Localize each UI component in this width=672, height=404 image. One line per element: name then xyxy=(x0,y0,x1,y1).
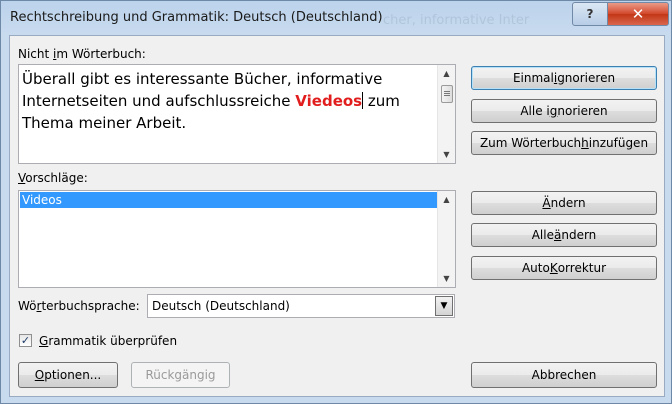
dictionary-language-label: Wörterbuchsprache: xyxy=(18,299,140,313)
title-bar[interactable]: Rechtschreibung und Grammatik: Deutsch (… xyxy=(1,1,671,35)
button-accelerator: ä xyxy=(553,228,562,242)
misspelled-word[interactable]: Viedeos xyxy=(295,92,362,110)
button-label: Zum Wörterbuch xyxy=(479,136,582,150)
dialog-body: Nicht im Wörterbuch: Überall gibt es int… xyxy=(9,35,665,397)
button-label: gnorieren xyxy=(557,71,616,85)
scroll-down-icon[interactable]: ▼ xyxy=(438,146,455,163)
sentence-text: Überall gibt es interessante Bücher, inf… xyxy=(22,68,436,134)
label-part: Nicht xyxy=(18,47,54,61)
ignore-once-button[interactable]: Einmal i gnorieren xyxy=(471,66,657,90)
scroll-thumb[interactable] xyxy=(441,85,453,103)
button-label: ptionen... xyxy=(44,368,102,382)
button-label: Einmal xyxy=(512,71,554,85)
button-label: Auto xyxy=(521,261,550,275)
sentence-scrollbar[interactable]: ▲ ▼ xyxy=(437,65,455,163)
grammar-check-checkbox[interactable]: ✓ xyxy=(19,334,32,347)
close-button[interactable]: ✕ xyxy=(607,2,669,26)
scroll-up-icon[interactable]: ▲ xyxy=(438,65,455,82)
label-accelerator: G xyxy=(39,334,49,348)
button-accelerator: K xyxy=(549,261,558,275)
button-accelerator: Ä xyxy=(542,196,551,210)
dictionary-language-select[interactable]: Deutsch (Deutschland) ▼ xyxy=(147,294,455,318)
label-part: rammatik überprüfen xyxy=(48,334,178,348)
ignore-all-button[interactable]: Alle i g norieren xyxy=(471,99,657,123)
suggestions-list[interactable]: Videos ▲ ▼ xyxy=(18,190,456,288)
chevron-down-icon[interactable]: ▼ xyxy=(435,296,453,316)
options-button[interactable]: Optionen... xyxy=(18,362,118,388)
cancel-button[interactable]: Abbrechen xyxy=(471,362,657,388)
add-to-dictionary-button[interactable]: Zum Wörterbuch h inzufügen xyxy=(471,131,657,155)
button-accelerator: h xyxy=(581,136,589,150)
selected-language: Deutsch (Deutschland) xyxy=(152,299,290,313)
suggestions-label: Vorschläge: xyxy=(18,171,88,185)
help-button[interactable]: ? xyxy=(572,2,608,26)
window-title: Rechtschreibung und Grammatik: Deutsch (… xyxy=(10,10,383,25)
not-in-dictionary-label: Nicht im Wörterbuch: xyxy=(18,47,146,61)
label-part: m Wörterbuch: xyxy=(56,47,146,61)
button-label: inzufügen xyxy=(588,136,649,150)
button-label: Rückgängig xyxy=(145,368,216,382)
scroll-down-icon[interactable]: ▼ xyxy=(438,270,455,287)
sentence-textbox[interactable]: Überall gibt es interessante Bücher, inf… xyxy=(18,64,456,164)
button-label: Abbrechen xyxy=(531,368,597,382)
undo-button[interactable]: Rückgängig xyxy=(131,362,230,388)
button-accelerator: O xyxy=(34,368,45,382)
dialog-window: Rechtschreibung und Grammatik: Deutsch (… xyxy=(0,0,672,404)
close-icon: ✕ xyxy=(631,5,645,23)
button-label: Alle i xyxy=(520,104,550,118)
button-label: ndern xyxy=(550,196,586,210)
change-button[interactable]: Ändern xyxy=(471,191,657,215)
button-label: ndern xyxy=(561,228,597,242)
checkmark-icon: ✓ xyxy=(20,334,31,347)
grammar-check-label[interactable]: Grammatik überprüfen xyxy=(39,334,177,348)
scroll-up-icon[interactable]: ▲ xyxy=(438,191,455,208)
change-all-button[interactable]: Alle ä ndern xyxy=(471,223,657,247)
label-part: orschläge: xyxy=(25,171,88,185)
button-accelerator: g xyxy=(549,104,558,118)
suggestion-item-videos[interactable]: Videos xyxy=(20,192,438,208)
button-label: Alle xyxy=(531,228,554,242)
autocorrect-button[interactable]: Auto Korrektur xyxy=(471,256,657,280)
button-label: norieren xyxy=(557,104,608,118)
help-icon: ? xyxy=(586,7,594,21)
label-part: terbuchsprache: xyxy=(41,299,140,313)
button-label: orrektur xyxy=(557,261,607,275)
label-part: Wö xyxy=(18,299,37,313)
background-document-text: cher, informative Inter xyxy=(383,13,530,28)
suggestions-scrollbar[interactable]: ▲ ▼ xyxy=(437,191,455,287)
